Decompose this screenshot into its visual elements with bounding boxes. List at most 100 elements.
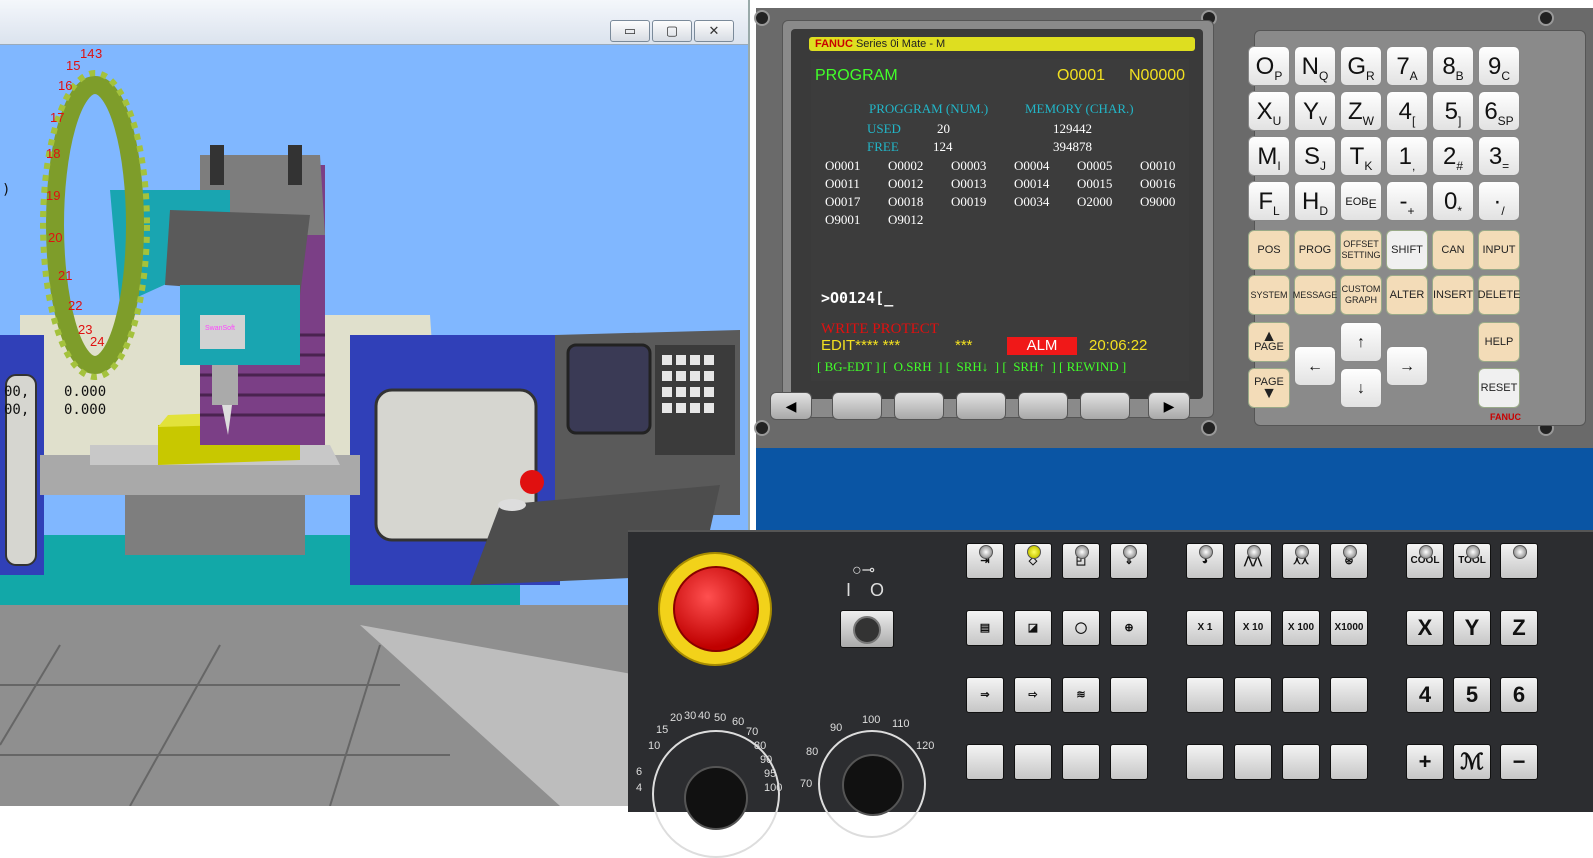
key-minus[interactable]: -+ bbox=[1386, 181, 1428, 221]
key-S[interactable]: SJ bbox=[1294, 136, 1336, 176]
axis-6-button[interactable]: 6 bbox=[1500, 677, 1538, 713]
key-6[interactable]: 6SP bbox=[1478, 91, 1520, 131]
blank-button[interactable] bbox=[1234, 744, 1272, 780]
step-x100-button[interactable]: X 100 bbox=[1282, 610, 1320, 646]
blank-button[interactable] bbox=[1186, 677, 1224, 713]
blank-button[interactable] bbox=[1330, 677, 1368, 713]
blank-button[interactable] bbox=[1282, 677, 1320, 713]
cursor-up-key[interactable]: ↑ bbox=[1340, 322, 1382, 362]
key-8[interactable]: 8B bbox=[1432, 46, 1474, 86]
key-1[interactable]: 1, bbox=[1386, 136, 1428, 176]
insert-key[interactable]: INSERT bbox=[1432, 275, 1474, 315]
axis-5-button[interactable]: 5 bbox=[1453, 677, 1491, 713]
optional-stop-button[interactable]: ◯ bbox=[1062, 610, 1100, 646]
program-entry[interactable]: O0004 bbox=[1014, 157, 1077, 175]
jog-minus-button[interactable]: − bbox=[1500, 744, 1538, 780]
program-entry[interactable]: O0016 bbox=[1140, 175, 1185, 193]
blank-button[interactable] bbox=[1110, 677, 1148, 713]
help-key[interactable]: HELP bbox=[1478, 322, 1520, 362]
key-G[interactable]: GR bbox=[1340, 46, 1382, 86]
axis-4-button[interactable]: 4 bbox=[1406, 677, 1444, 713]
program-protect-switch[interactable] bbox=[840, 610, 894, 648]
blank-button[interactable] bbox=[1186, 744, 1224, 780]
softkey-2[interactable] bbox=[894, 392, 944, 420]
alter-key[interactable]: ALTER bbox=[1386, 275, 1428, 315]
program-entry[interactable]: O0017 bbox=[825, 193, 888, 211]
program-entry[interactable]: O0015 bbox=[1077, 175, 1140, 193]
blank-button[interactable] bbox=[1330, 744, 1368, 780]
program-entry[interactable]: O0014 bbox=[1014, 175, 1077, 193]
close-button[interactable]: ✕ bbox=[694, 20, 734, 42]
prog-key[interactable]: PROG bbox=[1294, 230, 1336, 270]
softkey-right-arrow[interactable]: ▶ bbox=[1148, 392, 1190, 420]
key-F[interactable]: FL bbox=[1248, 181, 1290, 221]
page-up-key[interactable]: ▲ PAGE bbox=[1248, 322, 1290, 362]
program-entry[interactable]: O0005 bbox=[1077, 157, 1140, 175]
key-9[interactable]: 9C bbox=[1478, 46, 1520, 86]
block-skip-button[interactable]: ◪ bbox=[1014, 610, 1052, 646]
key-H[interactable]: HD bbox=[1294, 181, 1336, 221]
custom-graph-key[interactable]: CUSTOM GRAPH bbox=[1340, 275, 1382, 315]
blank-button[interactable] bbox=[1110, 744, 1148, 780]
maximize-button[interactable]: ▢ bbox=[652, 20, 692, 42]
emergency-stop-button[interactable] bbox=[673, 566, 759, 652]
reset-key[interactable]: RESET bbox=[1478, 368, 1520, 408]
key-dot[interactable]: ·/ bbox=[1478, 181, 1520, 221]
machine-lock-button[interactable]: ⇨ bbox=[1014, 677, 1052, 713]
program-entry[interactable]: O0019 bbox=[951, 193, 1014, 211]
delete-key[interactable]: DELETE bbox=[1478, 275, 1520, 315]
program-entry[interactable]: O0011 bbox=[825, 175, 888, 193]
spindle-override-dial[interactable] bbox=[818, 730, 926, 838]
step-x1-button[interactable]: X 1 bbox=[1186, 610, 1224, 646]
program-entry[interactable]: O0001 bbox=[825, 157, 888, 175]
cursor-right-key[interactable]: → bbox=[1386, 346, 1428, 386]
axis-y-button[interactable]: Y bbox=[1453, 610, 1491, 646]
axis-z-button[interactable]: Z bbox=[1500, 610, 1538, 646]
key-M[interactable]: MI bbox=[1248, 136, 1290, 176]
key-EOB[interactable]: EOBE bbox=[1340, 181, 1382, 221]
softkey-1[interactable] bbox=[832, 392, 882, 420]
step-x1000-button[interactable]: X1000 bbox=[1330, 610, 1368, 646]
system-key[interactable]: SYSTEM bbox=[1248, 275, 1290, 315]
rapid-button[interactable]: ℳ bbox=[1453, 744, 1491, 780]
step-x10-button[interactable]: X 10 bbox=[1234, 610, 1272, 646]
blank-button[interactable] bbox=[1014, 744, 1052, 780]
can-key[interactable]: CAN bbox=[1432, 230, 1474, 270]
program-entry[interactable]: O9000 bbox=[1140, 193, 1185, 211]
key-O[interactable]: OP bbox=[1248, 46, 1290, 86]
program-entry[interactable]: O9012 bbox=[888, 211, 951, 229]
key-X[interactable]: XU bbox=[1248, 91, 1290, 131]
key-3[interactable]: 3= bbox=[1478, 136, 1520, 176]
program-entry[interactable]: O0010 bbox=[1140, 157, 1185, 175]
key-Y[interactable]: YV bbox=[1294, 91, 1336, 131]
minimize-button[interactable]: ▭ bbox=[610, 20, 650, 42]
key-Z[interactable]: ZW bbox=[1340, 91, 1382, 131]
message-key[interactable]: MESSAGE bbox=[1293, 275, 1337, 315]
page-down-key[interactable]: PAGE ▼ bbox=[1248, 368, 1290, 408]
program-entry[interactable]: O0013 bbox=[951, 175, 1014, 193]
blank-button[interactable] bbox=[1234, 677, 1272, 713]
blank-button[interactable] bbox=[966, 744, 1004, 780]
program-entry[interactable]: O9001 bbox=[825, 211, 888, 229]
key-0[interactable]: 0* bbox=[1432, 181, 1474, 221]
shift-key[interactable]: SHIFT bbox=[1386, 230, 1428, 270]
cursor-down-key[interactable]: ↓ bbox=[1340, 368, 1382, 408]
program-entry[interactable]: O0012 bbox=[888, 175, 951, 193]
program-entry[interactable]: O0018 bbox=[888, 193, 951, 211]
cursor-left-key[interactable]: ← bbox=[1294, 346, 1336, 386]
blank-button[interactable] bbox=[1282, 744, 1320, 780]
key-7[interactable]: 7A bbox=[1386, 46, 1428, 86]
dry-run-button[interactable]: ⇒ bbox=[966, 677, 1004, 713]
key-4[interactable]: 4[ bbox=[1386, 91, 1428, 131]
key-5[interactable]: 5] bbox=[1432, 91, 1474, 131]
key-T[interactable]: TK bbox=[1340, 136, 1382, 176]
key-2[interactable]: 2# bbox=[1432, 136, 1474, 176]
jog-plus-button[interactable]: + bbox=[1406, 744, 1444, 780]
program-entry[interactable]: O0003 bbox=[951, 157, 1014, 175]
softkey-3[interactable] bbox=[956, 392, 1006, 420]
program-entry[interactable]: O2000 bbox=[1077, 193, 1140, 211]
single-block-button[interactable]: ▤ bbox=[966, 610, 1004, 646]
ref-return-button[interactable]: ⊕ bbox=[1110, 610, 1148, 646]
softkey-4[interactable] bbox=[1018, 392, 1068, 420]
program-entry[interactable]: O0034 bbox=[1014, 193, 1077, 211]
